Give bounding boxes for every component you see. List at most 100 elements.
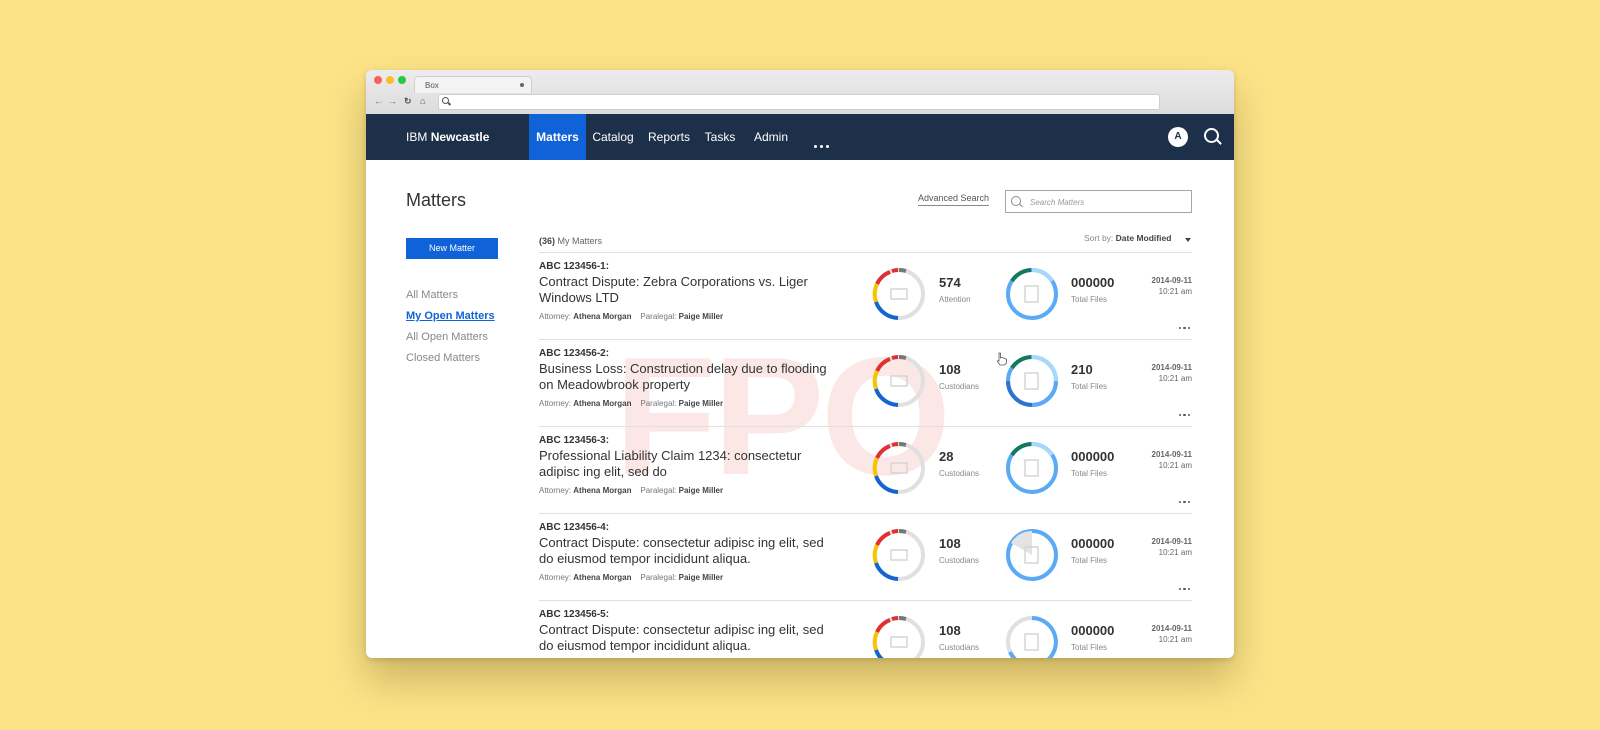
matter-date-time: 10:21 am <box>1158 635 1192 644</box>
attorney-label: Attorney: <box>539 399 572 408</box>
matter-title[interactable]: Business Loss: Construction delay due to… <box>539 361 839 393</box>
custodian-donut-chart <box>872 615 925 658</box>
matter-date: 2014-09-11 10:21 am <box>1112 623 1192 645</box>
search-icon[interactable] <box>1204 128 1219 143</box>
sidebar-item-my-open-matters[interactable]: My Open Matters <box>406 310 495 322</box>
matter-count: (36) My Matters <box>539 236 602 246</box>
top-navigation: IBM Newcastle Matters Catalog Reports Ta… <box>366 114 1234 160</box>
matter-title[interactable]: Contract Dispute: consectetur adipisc in… <box>539 622 839 654</box>
nav-item-admin[interactable]: Admin <box>748 114 794 160</box>
search-box[interactable] <box>1005 190 1192 213</box>
matter-code: ABC 123456-4: <box>539 522 610 533</box>
matter-row[interactable]: ABC 123456-2: Business Loss: Constructio… <box>539 339 1192 427</box>
matter-date-day: 2014-09-11 <box>1151 624 1192 633</box>
document-icon <box>1024 459 1039 477</box>
chevron-down-icon[interactable] <box>1185 238 1191 242</box>
search-input[interactable] <box>1028 194 1187 210</box>
matter-people: Attorney: Athena Morgan Paralegal: Paige… <box>539 312 723 321</box>
stat-primary-value: 574 <box>939 275 961 290</box>
back-arrow-icon[interactable]: ← <box>374 95 383 107</box>
files-donut-chart <box>1006 442 1058 494</box>
more-menu-icon[interactable] <box>814 135 832 153</box>
matter-title[interactable]: Professional Liability Claim 1234: conse… <box>539 448 839 480</box>
files-donut-chart <box>1006 529 1058 581</box>
new-matter-button[interactable]: New Matter <box>406 238 498 259</box>
avatar[interactable]: A <box>1168 127 1188 147</box>
files-donut-chart <box>1006 268 1058 320</box>
stat-primary-value: 28 <box>939 449 954 464</box>
row-more-icon[interactable] <box>1177 490 1190 508</box>
reload-icon[interactable]: ↻ <box>404 95 412 107</box>
browser-tab[interactable]: Box <box>414 76 532 93</box>
home-icon[interactable]: ⌂ <box>420 95 425 107</box>
tab-close-icon[interactable] <box>520 83 524 87</box>
nav-item-tasks[interactable]: Tasks <box>700 114 740 160</box>
brand-prefix: IBM <box>406 130 428 144</box>
custodian-donut-chart <box>872 354 925 407</box>
stat-primary-value: 108 <box>939 536 961 551</box>
attorney-label: Attorney: <box>539 486 572 495</box>
browser-window: Box ← → ↻ ⌂ IBM Newcastle Matters Catalo… <box>366 70 1234 658</box>
main-content: FPO Matters Advanced Search New Matter A… <box>366 160 1234 658</box>
attorney-name: Athena Morgan <box>573 486 632 495</box>
nav-item-catalog[interactable]: Catalog <box>588 114 638 160</box>
row-more-icon[interactable] <box>1177 403 1190 421</box>
matter-people: Attorney: Athena Morgan Paralegal: Paige… <box>539 573 723 582</box>
custodian-donut-chart <box>872 441 925 494</box>
paralegal-name: Paige Miller <box>678 573 724 582</box>
minimize-window-button[interactable] <box>386 76 394 84</box>
custodian-donut-chart <box>872 528 925 581</box>
sidebar-item-all-matters[interactable]: All Matters <box>406 289 458 301</box>
paralegal-name: Paige Miller <box>678 399 724 408</box>
matter-date: 2014-09-11 10:21 am <box>1112 275 1192 297</box>
attorney-name: Athena Morgan <box>573 399 632 408</box>
maximize-window-button[interactable] <box>398 76 406 84</box>
matter-title[interactable]: Contract Dispute: consectetur adipisc in… <box>539 535 839 567</box>
search-icon <box>1011 196 1021 206</box>
paralegal-name: Paige Miller <box>678 486 724 495</box>
row-more-icon[interactable] <box>1177 577 1190 595</box>
files-donut-chart <box>1006 355 1058 407</box>
matter-row[interactable]: ABC 123456-5: Contract Dispute: consecte… <box>539 600 1192 658</box>
stat-files-value: 210 <box>1071 362 1093 377</box>
close-window-button[interactable] <box>374 76 382 84</box>
stat-primary-label: Custodians <box>939 643 980 652</box>
matter-title[interactable]: Contract Dispute: Zebra Corporations vs.… <box>539 274 839 306</box>
stat-files-value: 000000 <box>1071 623 1115 638</box>
stat-files-value: 000000 <box>1071 275 1115 290</box>
matter-row[interactable]: ABC 123456-3: Professional Liability Cla… <box>539 426 1192 514</box>
matter-code: ABC 123456-2: <box>539 348 610 359</box>
nav-item-reports[interactable]: Reports <box>644 114 694 160</box>
sort-label: Sort by: <box>1084 233 1114 243</box>
document-icon <box>1024 372 1039 390</box>
sidebar-item-closed-matters[interactable]: Closed Matters <box>406 352 480 364</box>
advanced-search-link[interactable]: Advanced Search <box>918 193 990 206</box>
sort-control[interactable]: Sort by: Date Modiﬁed <box>1084 233 1171 243</box>
stat-primary-label: Custodians <box>939 382 980 391</box>
stat-primary-label: Custodians <box>939 556 980 565</box>
inbox-icon <box>890 549 908 561</box>
matter-row[interactable]: ABC 123456-1: Contract Dispute: Zebra Co… <box>539 252 1192 340</box>
stat-primary-value: 108 <box>939 362 961 377</box>
stat-files-label: Total Files <box>1071 295 1108 304</box>
inbox-icon <box>890 375 908 387</box>
forward-arrow-icon[interactable]: → <box>388 95 397 107</box>
nav-item-matters[interactable]: Matters <box>529 114 586 160</box>
matter-row[interactable]: ABC 123456-4: Contract Dispute: consecte… <box>539 513 1192 601</box>
matter-date-time: 10:21 am <box>1158 374 1192 383</box>
page-title: Matters <box>406 190 467 210</box>
brand-logo[interactable]: IBM Newcastle <box>406 130 489 144</box>
sidebar-item-all-open-matters[interactable]: All Open Matters <box>406 331 488 343</box>
stat-files-label: Total Files <box>1071 469 1108 478</box>
document-icon <box>1024 285 1039 303</box>
paralegal-label: Paralegal: <box>640 399 677 408</box>
matter-date-time: 10:21 am <box>1158 461 1192 470</box>
matter-code: ABC 123456-3: <box>539 435 610 446</box>
address-bar[interactable] <box>438 94 1160 110</box>
matter-date-day: 2014-09-11 <box>1151 276 1192 285</box>
search-icon <box>442 97 449 104</box>
row-more-icon[interactable] <box>1177 316 1190 334</box>
stat-files-value: 000000 <box>1071 536 1115 551</box>
matter-date-time: 10:21 am <box>1158 287 1192 296</box>
stat-files-value: 000000 <box>1071 449 1115 464</box>
